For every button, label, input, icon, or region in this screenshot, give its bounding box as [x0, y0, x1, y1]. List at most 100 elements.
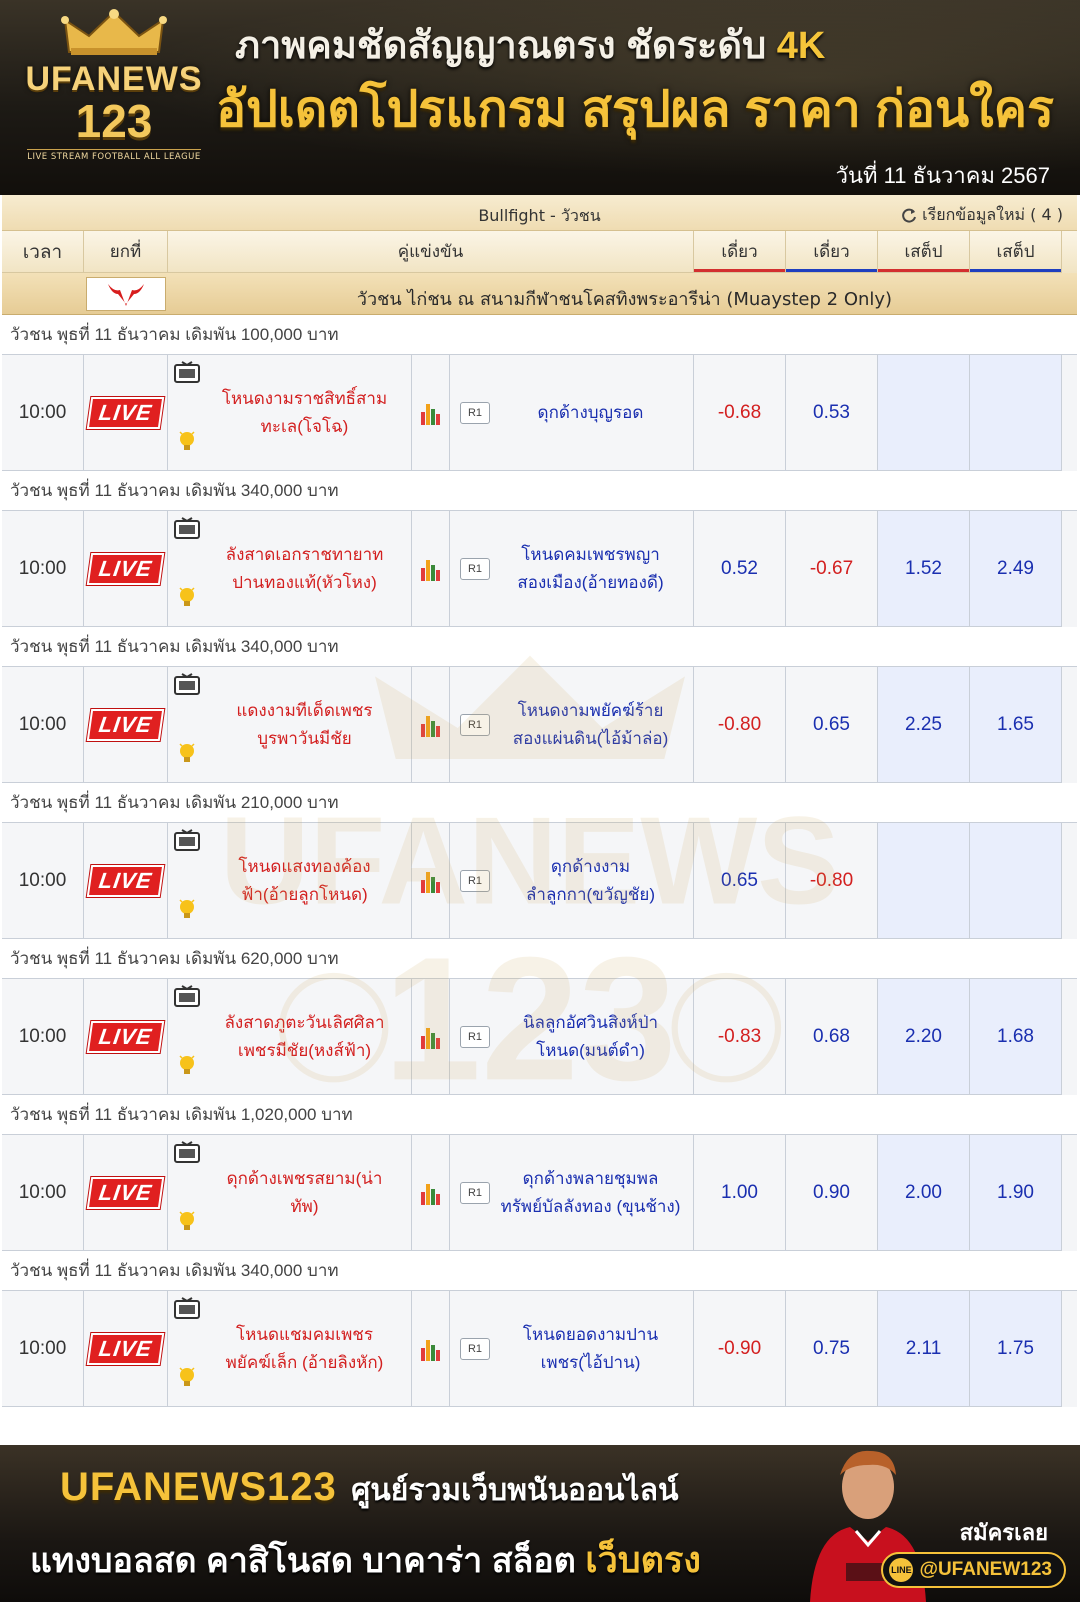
home-team-cell[interactable]: ลังสาดเอกราชทายาท ปานทองแท้(หัวโหง): [168, 511, 412, 627]
match-row: 10:00 LIVE ลังสาดเอกราชทายาท ปานทองแท้(หั…: [2, 511, 1077, 627]
odd-o2[interactable]: 0.75: [786, 1291, 878, 1407]
live-badge[interactable]: LIVE: [86, 1176, 165, 1209]
match-info-row: วัวชน พุธที่ 11 ธันวาคม เดิมพัน 1,020,00…: [2, 1095, 1077, 1135]
odd-o1[interactable]: -0.83: [694, 979, 786, 1095]
stats-cell[interactable]: [412, 511, 450, 627]
odd-o1[interactable]: -0.80: [694, 667, 786, 783]
round-badge: R1: [460, 869, 490, 892]
live-badge[interactable]: LIVE: [86, 708, 165, 741]
live-cell: LIVE: [84, 1291, 168, 1407]
stats-cell[interactable]: [412, 823, 450, 939]
live-cell: LIVE: [84, 355, 168, 471]
line-id-button[interactable]: LINE @UFANEW123: [881, 1552, 1066, 1588]
match-time: 10:00: [2, 1135, 84, 1251]
live-badge[interactable]: LIVE: [86, 396, 165, 429]
tv-icon[interactable]: [174, 517, 200, 539]
live-badge[interactable]: LIVE: [86, 552, 165, 585]
home-team-cell[interactable]: ดุกด้างเพชรสยาม(น่าทัพ): [168, 1135, 412, 1251]
league-row: วัวชน ไก่ชน ณ สนามกีฬาชนโคสทิงพระอารีน่า…: [2, 273, 1077, 315]
site-logo[interactable]: UFANEWS 123 LIVE STREAM FOOTBALL ALL LEA…: [14, 8, 214, 188]
odd-o2[interactable]: 0.53: [786, 355, 878, 471]
odd-o2[interactable]: 0.68: [786, 979, 878, 1095]
match-time: 10:00: [2, 823, 84, 939]
odd-o3[interactable]: 1.52: [878, 511, 970, 627]
refresh-button[interactable]: เรียกข้อมูลใหม่ ( 4 ): [900, 203, 1063, 228]
odd-o1[interactable]: 0.65: [694, 823, 786, 939]
home-name-line: ฟ้า(อ้ายลูกโหนด): [241, 884, 368, 904]
home-team-cell[interactable]: โหนดแชมคมเพชร พยัคฆ์เล็ก (อ้ายลิงหัก): [168, 1291, 412, 1407]
stats-bars-icon[interactable]: [420, 1024, 442, 1050]
home-team-cell[interactable]: โหนดแสงทองค้อง ฟ้า(อ้ายลูกโหนด): [168, 823, 412, 939]
odd-o1[interactable]: 0.52: [694, 511, 786, 627]
home-name-line: ลังสาดเอกราชทายาท: [225, 544, 384, 564]
odd-o4[interactable]: 1.65: [970, 667, 1062, 783]
odd-o4[interactable]: 1.68: [970, 979, 1062, 1095]
stats-cell[interactable]: [412, 355, 450, 471]
stats-cell[interactable]: [412, 1291, 450, 1407]
odd-o4[interactable]: 2.49: [970, 511, 1062, 627]
stats-bars-icon[interactable]: [420, 1180, 442, 1206]
league-name: วัวชน ไก่ชน ณ สนามกีฬาชนโคสทิงพระอารีน่า…: [356, 289, 893, 310]
headline-top: ภาพคมชัดสัญญาณตรง ชัดระดับ 4K: [235, 14, 825, 75]
home-team-cell[interactable]: แดงงามทีเด็ดเพชร บูรพาวันมีชัย: [168, 667, 412, 783]
crown-icon: [61, 9, 167, 55]
refresh-label: เรียกข้อมูลใหม่ ( 4 ): [922, 205, 1063, 224]
stats-bars-icon[interactable]: [420, 556, 442, 582]
away-team-cell[interactable]: R1 โหนดยอดงามปาน เพชร(ไอ้ปาน): [450, 1291, 694, 1407]
odd-o1[interactable]: -0.90: [694, 1291, 786, 1407]
footer-brand: UFANEWS123: [60, 1465, 337, 1509]
round-badge: R1: [460, 401, 490, 424]
away-team-cell[interactable]: R1 โหนดคมเพชรพญา สองเมือง(อ้ายทองดี): [450, 511, 694, 627]
odd-o2[interactable]: -0.67: [786, 511, 878, 627]
match-info-row: วัวชน พุธที่ 11 ธันวาคม เดิมพัน 340,000 …: [2, 471, 1077, 511]
odd-o4[interactable]: 1.75: [970, 1291, 1062, 1407]
stats-cell[interactable]: [412, 1135, 450, 1251]
home-team-cell[interactable]: โหนดงามราชสิทธิ์สาม ทะเล(โจโฉ): [168, 355, 412, 471]
footer-tagline: ศูนย์รวมเว็บพนันออนไลน์: [351, 1474, 679, 1507]
tv-icon[interactable]: [174, 1141, 200, 1163]
odd-o2[interactable]: 0.90: [786, 1135, 878, 1251]
banner-date: วันที่ 11 ธันวาคม 2567: [835, 163, 1050, 188]
odd-o4[interactable]: 1.90: [970, 1135, 1062, 1251]
tv-icon[interactable]: [174, 361, 200, 383]
line-id: @UFANEW123: [919, 1559, 1052, 1580]
odd-o4: [970, 823, 1062, 939]
stats-bars-icon[interactable]: [420, 1336, 442, 1362]
away-team-cell[interactable]: R1 ดุกด้างพลายชุมพล ทรัพย์บัลลังทอง (ขุนช…: [450, 1135, 694, 1251]
tv-icon[interactable]: [174, 673, 200, 695]
tv-icon[interactable]: [174, 829, 200, 851]
live-badge[interactable]: LIVE: [86, 864, 165, 897]
stats-cell[interactable]: [412, 979, 450, 1095]
home-name-line: ดุกด้างเพชรสยาม(น่า: [226, 1168, 383, 1188]
bulb-icon: [179, 1211, 195, 1230]
odd-o2[interactable]: -0.80: [786, 823, 878, 939]
tv-icon[interactable]: [174, 985, 200, 1007]
stats-cell[interactable]: [412, 667, 450, 783]
match-time: 10:00: [2, 667, 84, 783]
stats-bars-icon[interactable]: [420, 712, 442, 738]
refresh-icon: [902, 208, 917, 223]
odd-o2[interactable]: 0.65: [786, 667, 878, 783]
away-name-line: นิลลูกอัศวินสิงห์ป่า: [522, 1012, 659, 1032]
odd-o3[interactable]: 2.11: [878, 1291, 970, 1407]
odd-o3[interactable]: 2.00: [878, 1135, 970, 1251]
stats-bars-icon[interactable]: [420, 868, 442, 894]
odd-o3[interactable]: 2.20: [878, 979, 970, 1095]
odd-o3[interactable]: 2.25: [878, 667, 970, 783]
live-badge[interactable]: LIVE: [86, 1332, 165, 1365]
away-team-cell[interactable]: R1 นิลลูกอัศวินสิงห์ป่า โหนด(มนต์ดำ): [450, 979, 694, 1095]
live-badge[interactable]: LIVE: [86, 1020, 165, 1053]
home-name-line: ทัพ): [290, 1196, 319, 1216]
home-team-name: โหนดแชมคมเพชร พยัคฆ์เล็ก (อ้ายลิงหัก): [168, 1321, 411, 1377]
home-name-line: โหนดแชมคมเพชร: [236, 1324, 373, 1344]
stats-bars-icon[interactable]: [420, 400, 442, 426]
headline-top-text: ภาพคมชัดสัญญาณตรง ชัดระดับ: [235, 25, 777, 67]
signup-button[interactable]: สมัครเลย: [960, 1515, 1048, 1550]
away-team-cell[interactable]: R1 โหนดงามพยัคฆ์ร้าย สองแผ่นดิน(ไอ้ม้าล่อ…: [450, 667, 694, 783]
odd-o1[interactable]: -0.68: [694, 355, 786, 471]
home-team-cell[interactable]: ลังสาดภูตะวันเลิศศิลา เพชรมีชัย(หงส์ฟ้า): [168, 979, 412, 1095]
odd-o1[interactable]: 1.00: [694, 1135, 786, 1251]
away-team-cell[interactable]: R1 ดุกด้างงาม ลำลูกกา(ขวัญชัย): [450, 823, 694, 939]
tv-icon[interactable]: [174, 1297, 200, 1319]
away-team-cell[interactable]: R1 ดุกด้างบุญรอด: [450, 355, 694, 471]
